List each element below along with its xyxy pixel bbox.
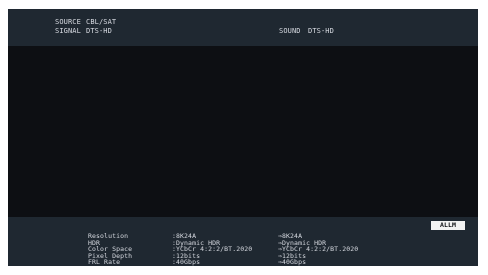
- signal-label: SIGNAL: [55, 27, 81, 35]
- input-frl-rate: :40Gbps: [172, 258, 201, 267]
- signal-detail-panel: Resolution HDR Color Space Pixel Depth F…: [8, 217, 478, 266]
- output-values: ⇒8K24A ⇒Dynamic HDR ⇒YCbCr 4:2:2/BT.2020…: [278, 233, 358, 266]
- signal-value: DTS-HD: [86, 27, 112, 35]
- tv-status-screen: SOURCE CBL/SAT SIGNAL DTS-HD SOUND DTS-H…: [8, 9, 478, 266]
- signal-info-header: SOURCE CBL/SAT SIGNAL DTS-HD SOUND DTS-H…: [8, 9, 478, 46]
- sound-label: SOUND: [279, 27, 301, 35]
- source-label: SOURCE: [55, 18, 81, 26]
- allm-badge: ALLM: [431, 221, 465, 230]
- input-values: :8K24A :Dynamic HDR :YCbCr 4:2:2/BT.2020…: [172, 233, 252, 266]
- output-frl-rate: ⇒40Gbps: [278, 258, 307, 267]
- sound-value: DTS-HD: [308, 27, 334, 35]
- source-value: CBL/SAT: [86, 18, 117, 26]
- frl-rate-label: FRL Rate: [88, 258, 121, 267]
- detail-labels: Resolution HDR Color Space Pixel Depth F…: [88, 233, 132, 266]
